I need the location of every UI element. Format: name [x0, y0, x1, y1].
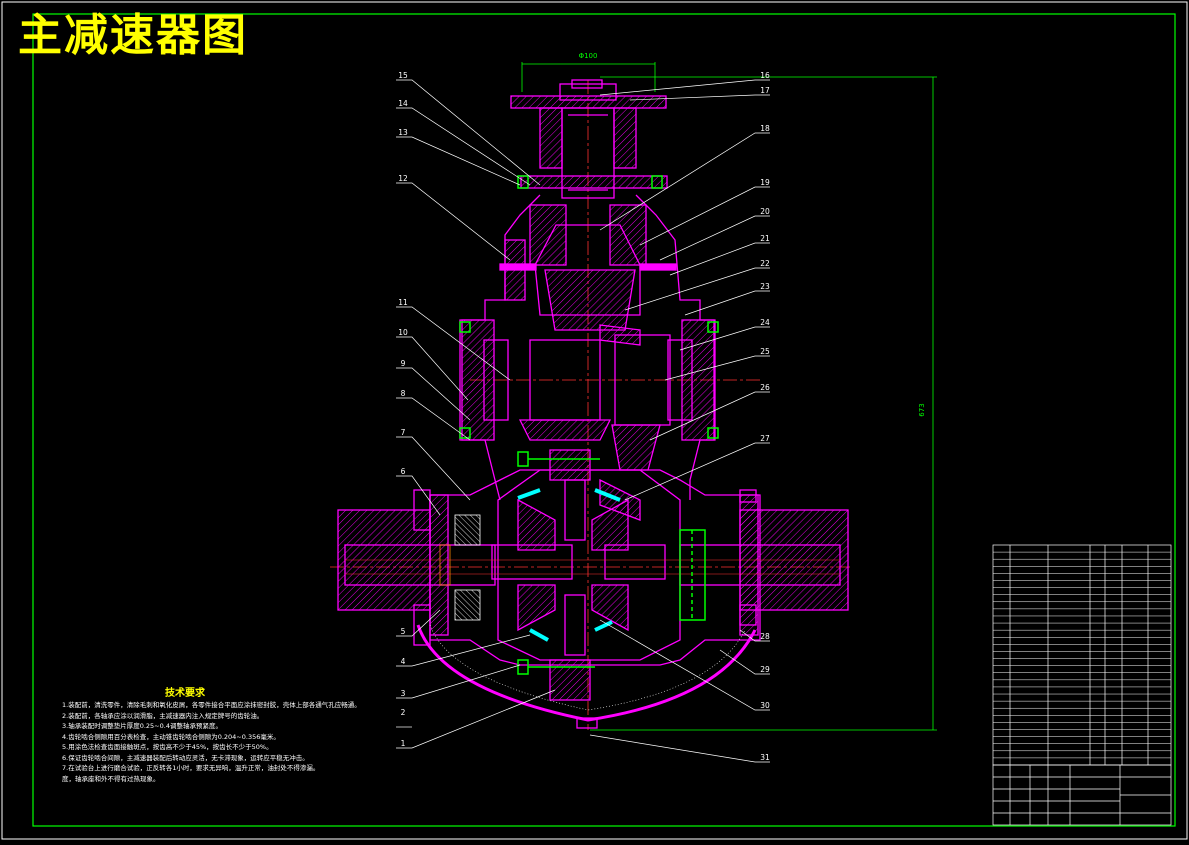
part-label-21: 21 — [760, 234, 770, 243]
part-label-5: 5 — [401, 627, 406, 636]
dimension-height: 673 — [918, 403, 926, 416]
differential — [429, 449, 761, 701]
tech-req-item-4: 4.齿轮啮合侧隙用百分表检查，主动锥齿轮啮合侧隙为0.204~0.356毫米。 — [62, 732, 280, 741]
part-labels-right: 16 17 18 19 20 21 22 23 24 25 26 27 28 2… — [760, 71, 770, 762]
parts-list-rows — [993, 551, 1171, 759]
part-label-30: 30 — [760, 701, 770, 710]
part-label-27: 27 — [760, 434, 770, 443]
part-label-13: 13 — [398, 128, 408, 137]
part-label-26: 26 — [760, 383, 770, 392]
part-labels-left: 15 14 13 12 11 10 9 8 7 6 5 4 3 2 1 — [398, 71, 408, 748]
part-label-15: 15 — [398, 71, 408, 80]
part-label-10: 10 — [398, 328, 408, 337]
part-label-12: 12 — [398, 174, 408, 183]
dimension-lines — [521, 62, 937, 731]
part-label-7: 7 — [401, 428, 406, 437]
tech-req-item-5: 5.用涂色法检查齿面接触斑点，按齿高不少于45%，按齿长不少于50%。 — [62, 743, 273, 751]
part-label-3: 3 — [401, 689, 406, 698]
axle-shafts — [337, 489, 849, 646]
part-label-29: 29 — [760, 665, 770, 674]
tech-req-item-6: 6.保证齿轮啮合间隙，主减速器装配后转动应灵活，无卡滞现象，运转应平稳无冲击。 — [62, 753, 309, 762]
part-label-20: 20 — [760, 207, 770, 216]
technical-requirements-list: 1.装配前，清洗零件，清除毛刺和氧化皮屑，各零件接合平面应涂抹密封胶，壳体上部各… — [62, 700, 482, 784]
part-label-11: 11 — [398, 298, 408, 307]
part-label-31: 31 — [760, 753, 770, 762]
part-label-4: 4 — [401, 657, 406, 666]
part-label-6: 6 — [401, 467, 406, 476]
drawing-title: 主减速器图 — [18, 10, 248, 61]
part-label-18: 18 — [760, 124, 770, 133]
part-label-9: 9 — [401, 359, 406, 368]
part-label-28: 28 — [760, 632, 770, 641]
parts-list-table — [992, 544, 1172, 766]
part-label-8: 8 — [401, 389, 406, 398]
part-label-19: 19 — [760, 178, 770, 187]
part-label-24: 24 — [760, 318, 770, 327]
technical-requirements-heading: 技术要求 — [165, 688, 205, 699]
part-label-22: 22 — [760, 259, 770, 268]
tech-req-item-7: 7.在试验台上进行磨合试验，正反转各1小时，要求无异响，温升正常，油封处不得渗漏… — [62, 764, 320, 772]
tech-req-item-8: 度，轴承座和外不得有过热现象。 — [62, 774, 160, 783]
tech-req-item-2: 2.装配前，各轴承应涂以润滑脂，主减速器内注入规定牌号的齿轮油。 — [62, 711, 264, 720]
part-label-16: 16 — [760, 71, 770, 80]
drawing-sheet: Φ100 673 15 14 13 12 11 10 9 8 7 6 5 4 3… — [0, 0, 1189, 841]
part-label-25: 25 — [760, 347, 770, 356]
dimension-top-width: Φ100 — [579, 52, 598, 60]
part-label-23: 23 — [760, 282, 770, 291]
title-block — [992, 764, 1172, 826]
part-label-14: 14 — [398, 99, 408, 108]
tech-req-item-1: 1.装配前，清洗零件，清除毛刺和氧化皮屑，各零件接合平面应涂抹密封胶，壳体上部各… — [62, 701, 361, 709]
part-label-17: 17 — [760, 86, 770, 95]
tech-req-item-3: 3.轴承装配时调整垫片厚度0.25~0.4调整轴承预紧度。 — [62, 722, 222, 730]
